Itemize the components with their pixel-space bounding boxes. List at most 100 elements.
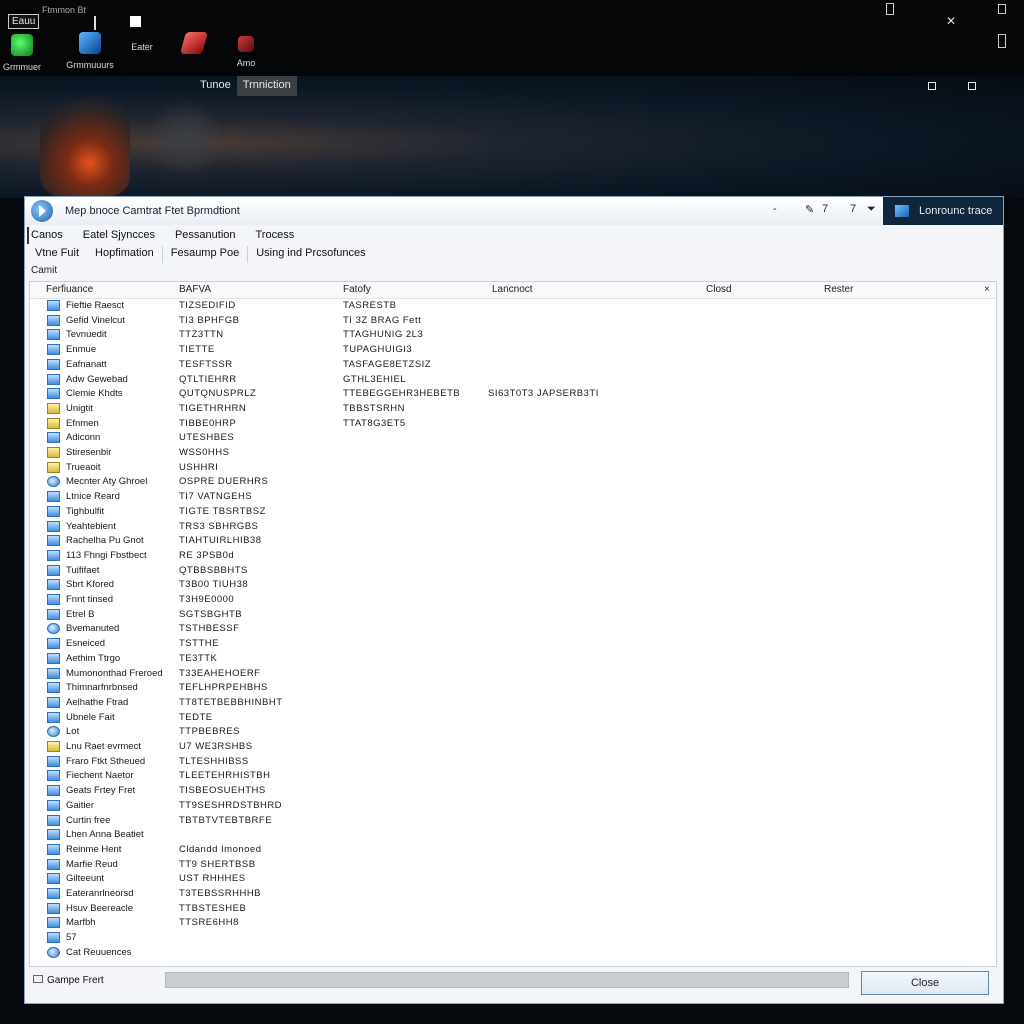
filter-icon[interactable]: ⏷ — [867, 203, 876, 216]
app-window-icon — [47, 315, 60, 326]
folder-icon — [47, 447, 60, 458]
table-row[interactable]: Ubnele Fait TEDTE — [30, 711, 996, 725]
table-row[interactable]: 57 — [30, 931, 996, 945]
table-row[interactable]: Unigtit TIGETHRHRN TBBSTSRHN — [30, 402, 996, 416]
submenu-item[interactable]: Using ind Prcsofunces — [248, 246, 373, 263]
app-window-icon — [47, 756, 60, 767]
table-row[interactable]: Curtin free TBTBTVTEBTBRFE — [30, 814, 996, 828]
table-row[interactable]: Fiechent Naetor TLEETEHRHISTBH — [30, 769, 996, 783]
submenu-item[interactable]: Vtne Fuit — [27, 246, 87, 263]
table-row[interactable]: Aelhathe Ftrad TT8TETBEBBHINBHT — [30, 696, 996, 710]
app-window-icon — [47, 903, 60, 914]
app-window-icon — [47, 300, 60, 311]
column-header[interactable]: Fatofy — [343, 284, 371, 295]
close-column-icon[interactable]: × — [984, 284, 990, 295]
table-row[interactable]: Gefid Vinelcut TI3 BPHFGB TI 3Z BRAG Fett — [30, 314, 996, 328]
table-row[interactable]: Lot TTPBEBRES — [30, 725, 996, 739]
close-button[interactable]: Close — [861, 971, 989, 995]
column-header[interactable]: Rester — [824, 284, 853, 295]
table-row[interactable]: Clemie Khdts QUTQNUSPRLZ TTEBEGGEHR3HEBETB… — [30, 387, 996, 401]
menu-item[interactable]: Eatel Sjyncces — [73, 227, 165, 244]
table-row[interactable]: Esneiced TSTTHE — [30, 637, 996, 651]
close-icon[interactable]: ✕ — [946, 14, 956, 28]
window-icon[interactable] — [886, 3, 894, 15]
table-row[interactable]: Lnu Raet evrmect U7 WE3RSHBS — [30, 740, 996, 754]
red-tool-icon — [180, 32, 208, 54]
desktop-icon-3[interactable] — [164, 32, 224, 60]
edit-icon[interactable]: ✎ — [805, 203, 814, 216]
minimize-button[interactable]: - — [773, 203, 777, 215]
restore-icon[interactable] — [928, 82, 936, 90]
table-row[interactable]: Adw Gewebad QTLTIEHRR GTHL3EHIEL — [30, 373, 996, 387]
app-window-icon — [47, 668, 60, 679]
hero-tab-active[interactable]: Trnniction — [236, 76, 297, 96]
title-action-button[interactable]: Lonrounc trace — [883, 197, 1003, 225]
window-icon[interactable] — [998, 4, 1006, 14]
table-row[interactable]: Gaitier TT9SESHRDSTBHRD — [30, 799, 996, 813]
desktop-icon-0[interactable]: Grmmuer — [0, 34, 52, 72]
table-row[interactable]: Marfie Reud TT9 SHERTBSB — [30, 858, 996, 872]
row-name-cell: Gaitier — [66, 800, 94, 811]
table-row[interactable]: Efnmen TIBBE0HRP TTAT8G3ET5 — [30, 417, 996, 431]
table-row[interactable]: Lhen Anna Beatiet — [30, 828, 996, 842]
table-row[interactable]: Tevnuedit TTZ3TTN TTAGHUNIG 2L3 — [30, 328, 996, 342]
app-logo-icon — [31, 200, 53, 222]
column-header[interactable]: BAFVA — [179, 284, 211, 295]
column-header[interactable]: Closd — [706, 284, 732, 295]
menu-item[interactable]: Trocess — [246, 227, 305, 244]
table-row[interactable]: Fraro Ftkt Stheued TLTESHHIBSS — [30, 755, 996, 769]
table-row[interactable]: Gilteeunt UST RHHHES — [30, 872, 996, 886]
column-header[interactable]: Ferfiuance — [46, 284, 93, 295]
desktop-icon-2[interactable]: Eater — [112, 42, 172, 52]
table-row[interactable]: Mecnter Aty Ghroel OSPRE DUERHRS — [30, 475, 996, 489]
table-row[interactable]: Yeahtebient TRS3 SBHRGBS — [30, 520, 996, 534]
footer-link[interactable]: Gampe Frert — [33, 975, 104, 986]
row-name-cell: 57 — [66, 932, 77, 943]
app-window-icon — [47, 579, 60, 590]
table-row[interactable]: Trueaoit USHHRI — [30, 461, 996, 475]
row-name-cell: Gilteeunt — [66, 873, 105, 884]
table-row[interactable]: Ltnice Reard TI7 VATNGEHS — [30, 490, 996, 504]
table-row[interactable]: Mumononthad Freroed T33EAHEHOERF — [30, 667, 996, 681]
column-header[interactable]: Lancnoct — [492, 284, 533, 295]
table-row[interactable]: Enmue TIETTE TUPAGHUIGI3 — [30, 343, 996, 357]
top-app-label[interactable]: Eauu — [8, 14, 40, 29]
row-value-cell: TT8TETBEBBHINBHT — [179, 697, 283, 708]
table-row[interactable]: Sbrt Kfored T3B00 TIUH38 — [30, 578, 996, 592]
hero-tab[interactable]: Tunoe — [194, 76, 237, 96]
table-row[interactable]: Stiresenbir WSS0HHS — [30, 446, 996, 460]
table-row[interactable]: Eateranrlneorsd T3TEBSSRHHHB — [30, 887, 996, 901]
square-icon[interactable] — [130, 16, 141, 27]
table-row[interactable]: Thimnarfnrbnsed TEFLHPRPEHBHS — [30, 681, 996, 695]
table-row[interactable]: Adiconn UTESHBES — [30, 431, 996, 445]
table-row[interactable]: Fnnt tinsed T3H9E0000 — [30, 593, 996, 607]
submenu-item[interactable]: Hopfimation — [87, 246, 162, 263]
desktop-icon-1[interactable]: Grmmuuurs — [60, 32, 120, 70]
menu-item[interactable]: Canos — [27, 227, 73, 244]
row-name-cell: Cat Reuuences — [66, 947, 132, 958]
table-row[interactable]: Tuififaet QTBBSBBHTS — [30, 564, 996, 578]
control-button[interactable]: 7 — [822, 203, 828, 215]
table-row[interactable]: Tighbulfit TIGTE TBSRTBSZ — [30, 505, 996, 519]
table-row[interactable]: Fieftie Raesct TIZSEDIFID TASRESTB — [30, 299, 996, 313]
table-row[interactable]: Bvemanuted TSTHBESSF — [30, 622, 996, 636]
control-button[interactable]: 7 — [850, 203, 856, 215]
table-row[interactable]: Eafnanatt TESFTSSR TASFAGE8ETZSIZ — [30, 358, 996, 372]
row-name-cell: Reinme Hent — [66, 844, 122, 855]
table-row[interactable]: Rachelha Pu Gnot TIAHTUIRLHIB38 — [30, 534, 996, 548]
table-row[interactable]: Hsuv Beereacle TTBSTESHEB — [30, 902, 996, 916]
table-row[interactable]: Etrel B SGTSBGHTB — [30, 608, 996, 622]
maximize-icon[interactable] — [968, 82, 976, 90]
menu-item[interactable]: Pessanution — [165, 227, 246, 244]
row-value-cell: GTHL3EHIEL — [343, 374, 407, 385]
table-row[interactable]: Reinme Hent Cldandd Imonoed — [30, 843, 996, 857]
table-row[interactable]: Marfbh TTSRE6HH8 — [30, 916, 996, 930]
desktop-icon-4[interactable]: Amo — [216, 36, 276, 68]
row-value-cell: QTLTIEHRR — [179, 374, 237, 385]
table-row[interactable]: Geats Frtey Fret TISBEOSUEHTHS — [30, 784, 996, 798]
table-row[interactable]: 113 Fhngi Fbstbect RE 3PSB0d — [30, 549, 996, 563]
app-window-icon — [47, 815, 60, 826]
table-row[interactable]: Cat Reuuences — [30, 946, 996, 960]
submenu-item[interactable]: Fesaump Poe — [163, 246, 247, 263]
table-row[interactable]: Aethim Ttrgo TE3TTK — [30, 652, 996, 666]
